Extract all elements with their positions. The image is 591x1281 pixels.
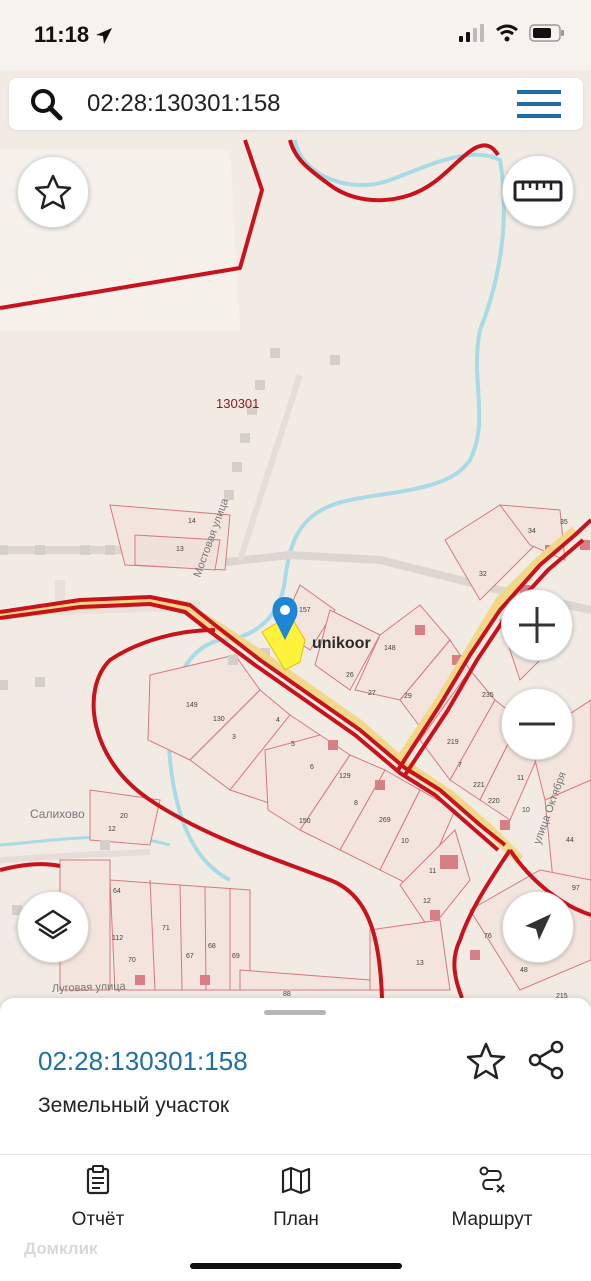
plot-number: 69 — [232, 953, 240, 960]
district-label: 130301 — [216, 396, 259, 411]
plot-number: 44 — [566, 837, 574, 844]
sheet-drag-handle[interactable] — [264, 1010, 326, 1015]
plot-number: 148 — [384, 645, 396, 652]
plot-number: 150 — [299, 818, 311, 825]
share-icon[interactable] — [526, 1040, 566, 1080]
tab-route-label: Маршрут — [451, 1209, 533, 1230]
battery-icon — [529, 24, 564, 42]
object-info-sheet[interactable]: 02:28:130301:158 Земельный участок — [0, 998, 591, 1154]
cadastral-map[interactable]: 130301 unikoor Мостовая улица Салихово Л… — [0, 138, 591, 998]
status-time: 11:18 — [34, 22, 90, 47]
plot-number: 12 — [423, 898, 431, 905]
zoom-in-button[interactable] — [501, 589, 573, 661]
object-type: Земельный участок — [38, 1094, 230, 1117]
tab-plan[interactable]: План — [221, 1165, 371, 1231]
clipboard-icon — [86, 1165, 110, 1195]
status-icons — [459, 24, 565, 42]
plot-number: 11 — [517, 775, 524, 782]
plot-number: 221 — [473, 782, 485, 789]
my-location-button[interactable] — [502, 891, 574, 963]
bottom-tab-bar: Отчёт План Маршрут — [0, 1154, 591, 1281]
domclick-watermark: Домклик — [24, 1239, 98, 1258]
plot-number: 157 — [299, 607, 311, 614]
wifi-icon — [496, 24, 518, 42]
layers-icon — [34, 909, 72, 940]
plot-number: 48 — [520, 967, 528, 974]
plot-number: 8 — [354, 800, 358, 807]
plot-number: 97 — [572, 885, 580, 892]
plot-number: 26 — [346, 672, 354, 679]
plot-number: 219 — [447, 739, 459, 746]
plot-number: 14 — [188, 518, 196, 525]
tab-report-label: Отчёт — [71, 1209, 125, 1230]
star-icon — [34, 174, 72, 210]
route-icon — [479, 1166, 505, 1193]
home-indicator[interactable] — [190, 1263, 402, 1269]
unikoor-watermark: unikoor — [312, 635, 371, 652]
favorites-button[interactable] — [17, 156, 89, 228]
plot-number: 71 — [162, 925, 170, 932]
place-label-salikhovo: Салихово — [30, 807, 85, 821]
plot-number: 13 — [416, 960, 424, 967]
search-bar — [9, 78, 583, 130]
plot-number: 220 — [488, 798, 500, 805]
plot-number: 20 — [120, 813, 128, 820]
plot-number: 10 — [522, 807, 530, 814]
navigation-arrow-icon — [525, 914, 551, 940]
zoom-out-button[interactable] — [501, 688, 573, 760]
map-icon — [281, 1166, 311, 1195]
plot-number: 11 — [429, 868, 436, 875]
tab-plan-label: План — [273, 1209, 319, 1230]
plot-number: 6 — [310, 764, 314, 771]
ruler-icon — [513, 180, 563, 202]
ruler-button[interactable] — [502, 155, 574, 227]
plot-number: 112 — [112, 935, 123, 942]
signal-icon — [459, 24, 484, 42]
tab-report[interactable]: Отчёт — [23, 1165, 173, 1231]
plot-number: 5 — [291, 741, 295, 748]
plot-number: 4 — [276, 717, 280, 724]
plot-number: 130 — [213, 716, 225, 723]
plot-number: 7 — [458, 762, 462, 769]
star-icon[interactable] — [466, 1042, 506, 1080]
tab-route[interactable]: Маршрут — [417, 1165, 567, 1231]
plot-number: 269 — [379, 817, 391, 824]
plot-number: 34 — [528, 528, 536, 535]
plot-number: 235 — [482, 692, 494, 699]
plot-number: 64 — [113, 888, 121, 895]
search-icon[interactable] — [29, 87, 63, 121]
location-arrow-icon — [96, 28, 112, 44]
plot-number: 149 — [186, 702, 198, 709]
minus-icon — [519, 722, 555, 726]
plot-number: 35 — [560, 519, 568, 526]
plot-number: 12 — [108, 826, 116, 833]
plot-number: 3 — [232, 734, 236, 741]
plot-number: 67 — [186, 953, 194, 960]
plot-number: 129 — [339, 773, 351, 780]
plot-number: 13 — [176, 546, 184, 553]
plot-number: 68 — [208, 943, 216, 950]
plus-icon — [519, 607, 555, 643]
cadastral-number: 02:28:130301:158 — [38, 1046, 248, 1076]
plot-number: 70 — [128, 957, 136, 964]
status-bar: 11:18 — [0, 0, 591, 70]
plot-number: 10 — [401, 838, 409, 845]
hamburger-menu-icon[interactable] — [517, 89, 561, 119]
plot-number: 27 — [368, 690, 376, 697]
plot-number: 76 — [484, 933, 492, 940]
layers-button[interactable] — [17, 891, 89, 963]
plot-number: 32 — [479, 571, 487, 578]
plot-number: 29 — [404, 693, 412, 700]
plot-number: 88 — [283, 991, 291, 998]
search-input[interactable] — [87, 87, 477, 121]
